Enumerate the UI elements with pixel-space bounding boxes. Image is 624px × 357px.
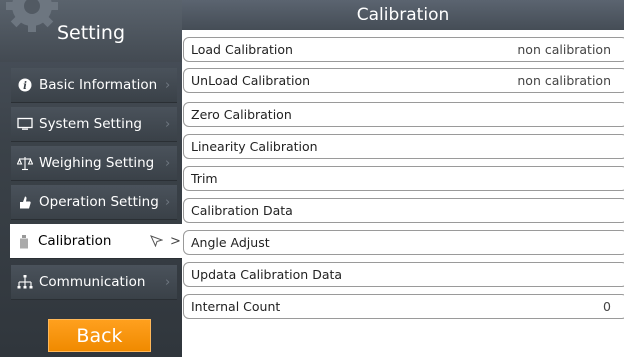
row-label: Load Calibration [191,42,293,57]
row-label: Zero Calibration [191,107,292,122]
calibration-row-calibration-data[interactable]: Calibration Data [183,198,624,223]
sidebar-item-system-setting[interactable]: System Setting › [11,107,177,142]
cursor-icon [150,235,170,247]
chevron-right-icon: › [165,274,171,290]
sidebar-item-label: Operation Setting [39,194,159,210]
row-label: Linearity Calibration [191,139,318,154]
network-icon [11,275,39,289]
scale-icon [11,156,39,171]
row-label: Trim [191,171,218,186]
calibration-row-trim[interactable]: Trim [183,166,624,191]
row-label: Calibration Data [191,203,293,218]
chevron-right-icon: › [165,155,171,171]
row-value: 0 [603,299,611,314]
calibration-row-linearity-calibration[interactable]: Linearity Calibration [183,134,624,159]
calibration-row-angle-adjust[interactable]: Angle Adjust [183,230,624,255]
thumb-icon [11,195,39,210]
sidebar-item-label: System Setting [39,116,142,132]
weight-icon [10,234,38,249]
calibration-row-internal-count[interactable]: Internal Count 0 [183,294,624,319]
chevron-right-icon: › [165,77,171,93]
sidebar-item-label: Communication [39,274,146,290]
row-label: Updata Calibration Data [191,267,343,282]
calibration-row-load-calibration[interactable]: Load Calibration non calibration [183,37,624,62]
calibration-row-unload-calibration[interactable]: UnLoad Calibration non calibration [183,68,624,93]
svg-text:i: i [23,81,27,92]
row-label: Angle Adjust [191,235,270,250]
row-value: non calibration [517,73,611,88]
sidebar-item-label: Basic Information [39,77,158,93]
chevron-right-icon: > [170,233,181,249]
chevron-right-icon: › [165,194,171,210]
info-icon: i [11,78,39,92]
row-value: non calibration [517,42,611,57]
back-button[interactable]: Back [48,319,151,352]
sidebar-header: Setting [0,0,182,62]
chevron-right-icon: › [165,116,171,132]
sidebar-item-calibration[interactable]: Calibration > [10,224,182,259]
sidebar-item-basic-information[interactable]: i Basic Information › [11,68,177,103]
sidebar-item-communication[interactable]: Communication › [11,265,177,300]
sidebar: Setting i Basic Information › System Set… [0,0,182,357]
calibration-row-zero-calibration[interactable]: Zero Calibration [183,102,624,127]
page-title: Calibration [182,0,624,30]
sidebar-item-weighing-setting[interactable]: Weighing Setting › [11,146,177,181]
calibration-row-updata-calibration-data[interactable]: Updata Calibration Data [183,262,624,287]
row-label: Internal Count [191,299,281,314]
row-label: UnLoad Calibration [191,73,311,88]
sidebar-item-operation-setting[interactable]: Operation Setting › [11,185,177,220]
sidebar-title: Setting [56,22,126,44]
sidebar-item-label: Calibration [38,233,112,249]
monitor-icon [11,117,39,131]
sidebar-item-label: Weighing Setting [39,155,155,171]
